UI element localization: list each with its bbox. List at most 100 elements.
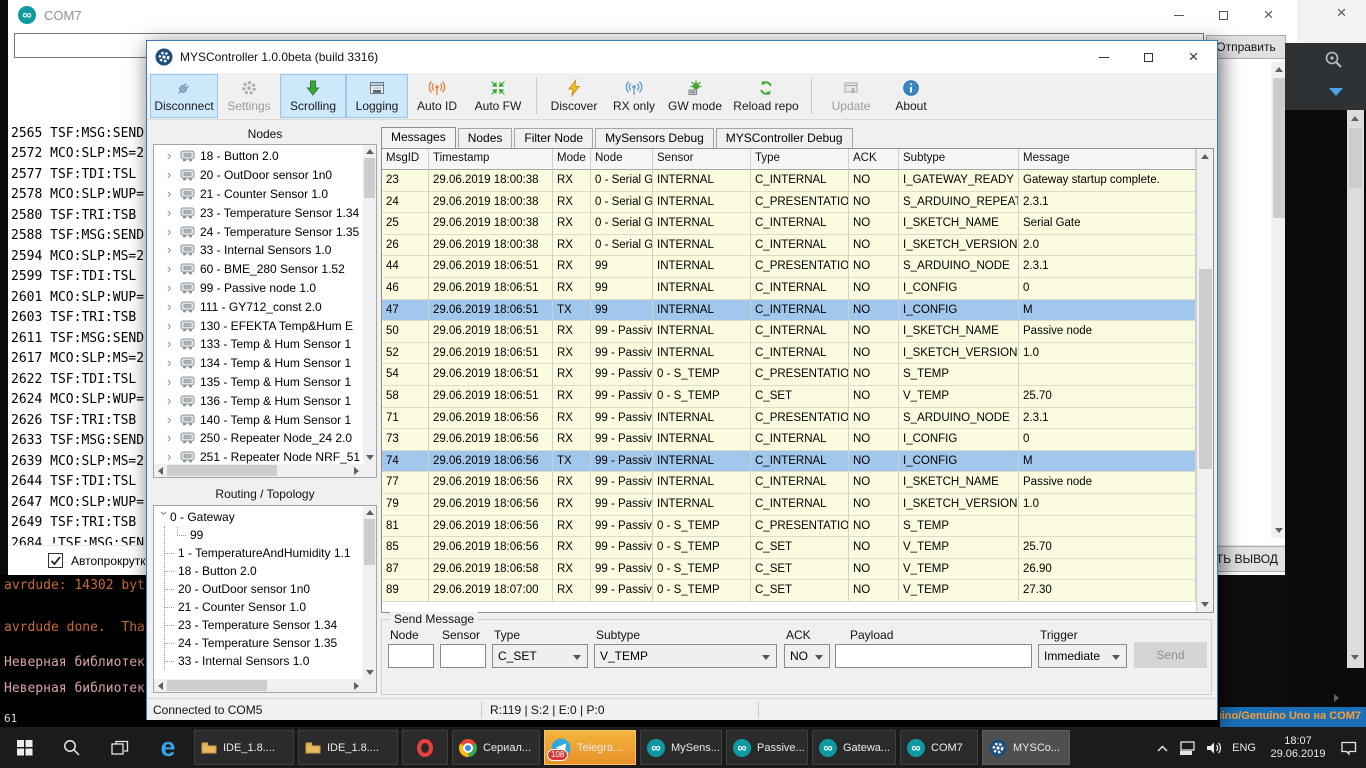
expand-icon[interactable]: › [167, 321, 176, 331]
start-button[interactable] [0, 727, 48, 768]
table-row[interactable]: 85 29.06.2019 18:06:56 RX 99 - Passive 0… [382, 537, 1196, 559]
about-button[interactable]: About [884, 74, 938, 118]
discover-button[interactable]: Discover [543, 74, 605, 118]
update-button[interactable]: Update [818, 74, 884, 118]
expand-icon[interactable]: › [167, 283, 176, 293]
reload-repo-button[interactable]: Reload repo [727, 74, 805, 118]
tree-item[interactable]: › 251 - Repeater Node NRF_51 [154, 448, 363, 464]
expand-icon[interactable]: › [167, 358, 176, 368]
expand-icon[interactable]: › [167, 264, 176, 274]
expand-icon[interactable]: › [167, 452, 176, 462]
column-header[interactable]: Node [591, 149, 653, 170]
chrome-task-button[interactable]: Сериал... [452, 730, 540, 765]
serial-send-button[interactable]: Отправить [1206, 35, 1286, 59]
tree-item[interactable]: › 99 - Passive node 1.0 [154, 279, 363, 298]
arduino-task-button[interactable]: ∞ Gatewa... [812, 730, 896, 765]
tree-item[interactable]: › 133 - Temp & Hum Sensor 1 [154, 335, 363, 354]
column-header[interactable]: Mode [553, 149, 591, 170]
expand-icon[interactable]: › [167, 245, 176, 255]
tree-item[interactable]: 18 - Button 2.0 [165, 562, 363, 580]
table-row[interactable]: 73 29.06.2019 18:06:56 RX 99 - Passive I… [382, 429, 1196, 451]
maximize-button[interactable] [1126, 41, 1171, 73]
minimize-button[interactable] [1156, 0, 1201, 30]
tree-item[interactable]: 23 - Temperature Sensor 1.34 [165, 616, 363, 634]
task-view-button[interactable] [96, 727, 144, 768]
expand-icon[interactable]: › [167, 415, 176, 425]
rx-only-button[interactable]: RX only [605, 74, 663, 118]
table-row[interactable]: 77 29.06.2019 18:06:56 RX 99 - Passive I… [382, 472, 1196, 494]
telegram-task-button[interactable]: 108 Telegra... [544, 730, 636, 765]
notification-icon[interactable] [1340, 740, 1358, 756]
folder-task-button[interactable]: IDE_1.8.... [298, 730, 398, 765]
scrolling-button[interactable]: Scrolling [280, 74, 346, 118]
tree-item[interactable]: › 136 - Temp & Hum Sensor 1 [154, 391, 363, 410]
edge-button[interactable]: e [144, 727, 192, 768]
ack-select[interactable]: NO [784, 644, 830, 668]
clock[interactable]: 18:07 29.06.2019 [1265, 735, 1331, 761]
table-row[interactable]: 46 29.06.2019 18:06:51 RX 99 INTERNAL C_… [382, 278, 1196, 300]
routing-tree-vscrollbar[interactable] [363, 506, 376, 679]
expand-icon[interactable]: › [167, 189, 176, 199]
tab[interactable]: Filter Node [514, 128, 593, 148]
arduino-task-button[interactable]: ∞ Passive... [726, 730, 808, 765]
table-row[interactable]: 24 29.06.2019 18:00:38 RX 0 - Serial G I… [382, 192, 1196, 214]
send-button[interactable]: Send [1134, 642, 1207, 668]
tree-item[interactable]: › 140 - Temp & Hum Sensor 1 [154, 410, 363, 429]
maximize-button[interactable] [1201, 0, 1246, 30]
tab[interactable]: MySensors Debug [595, 128, 714, 148]
ide-scrollbar[interactable] [1347, 110, 1364, 668]
ide-close-icon[interactable]: × [1319, 3, 1364, 23]
column-header[interactable]: Message [1019, 149, 1196, 170]
tab[interactable]: Nodes [458, 128, 513, 148]
tree-item[interactable]: › 33 - Internal Sensors 1.0 [154, 241, 363, 260]
column-header[interactable]: MsgID [382, 149, 429, 170]
column-header[interactable]: Timestamp [429, 149, 553, 170]
tree-item[interactable]: › 135 - Temp & Hum Sensor 1 [154, 373, 363, 392]
collapse-icon[interactable]: › [159, 511, 169, 523]
tree-item[interactable]: 1 - TemperatureAndHumidity 1.1 [165, 544, 363, 562]
tree-item[interactable]: 21 - Counter Sensor 1.0 [165, 598, 363, 616]
table-row[interactable]: 58 29.06.2019 18:06:51 RX 99 - Passive 0… [382, 386, 1196, 408]
expand-icon[interactable]: › [167, 339, 176, 349]
arduino-task-button[interactable]: ∞ COM7 [900, 730, 978, 765]
opera-button[interactable] [402, 730, 448, 765]
tree-item-child[interactable]: 99 [165, 526, 363, 544]
table-row[interactable]: 26 29.06.2019 18:00:38 RX 0 - Serial G I… [382, 235, 1196, 257]
speaker-icon[interactable] [1206, 740, 1223, 756]
tree-item[interactable]: › 134 - Temp & Hum Sensor 1 [154, 354, 363, 373]
mysc-titlebar[interactable]: MYSController 1.0.0beta (build 3316) × [147, 41, 1217, 73]
expand-icon[interactable]: › [167, 396, 176, 406]
folder-task-button[interactable]: IDE_1.8.... [194, 730, 294, 765]
tree-item[interactable]: › 23 - Temperature Sensor 1.34 [154, 203, 363, 222]
serial-monitor-magnifier-icon[interactable] [1323, 49, 1345, 71]
column-header[interactable]: ACK [849, 149, 899, 170]
subtype-select[interactable]: V_TEMP [594, 644, 777, 668]
sensor-field[interactable] [440, 644, 486, 668]
tab[interactable]: Messages [381, 127, 456, 150]
ide-hscroll-arrow[interactable] [1334, 694, 1339, 702]
auto-fw-button[interactable]: Auto FW [466, 74, 530, 118]
tree-item[interactable]: › 24 - Temperature Sensor 1.35 [154, 222, 363, 241]
node-field[interactable] [388, 644, 434, 668]
table-row[interactable]: 47 29.06.2019 18:06:51 TX 99 INTERNAL C_… [382, 300, 1196, 322]
close-icon[interactable]: × [1171, 41, 1216, 73]
table-row[interactable]: 89 29.06.2019 18:07:00 RX 99 - Passive 0… [382, 580, 1196, 602]
tree-item[interactable]: › 250 - Repeater Node_24 2.0 [154, 429, 363, 448]
autoscroll-checkbox[interactable] [48, 553, 63, 568]
settings-button[interactable]: Settings [218, 74, 280, 118]
expand-icon[interactable]: › [167, 433, 176, 443]
tab[interactable]: MYSController Debug [716, 128, 853, 148]
routing-tree-hscrollbar[interactable] [154, 679, 363, 692]
table-scrollbar[interactable] [1196, 149, 1213, 612]
tree-item-gateway[interactable]: › 0 - Gateway [158, 508, 363, 526]
tree-item[interactable]: › 21 - Counter Sensor 1.0 [154, 185, 363, 204]
table-row[interactable]: 44 29.06.2019 18:06:51 RX 99 INTERNAL C_… [382, 256, 1196, 278]
column-header[interactable]: Type [751, 149, 849, 170]
nodes-tree-hscrollbar[interactable] [154, 464, 363, 477]
type-select[interactable]: C_SET [492, 644, 588, 668]
tree-item[interactable]: › 130 - EFEKTA Temp&Hum E [154, 316, 363, 335]
auto-id-button[interactable]: Auto ID [408, 74, 466, 118]
tree-item[interactable]: 33 - Internal Sensors 1.0 [165, 652, 363, 670]
payload-field[interactable] [835, 644, 1032, 668]
mysc-task-button[interactable]: MYSCo... [982, 730, 1070, 765]
